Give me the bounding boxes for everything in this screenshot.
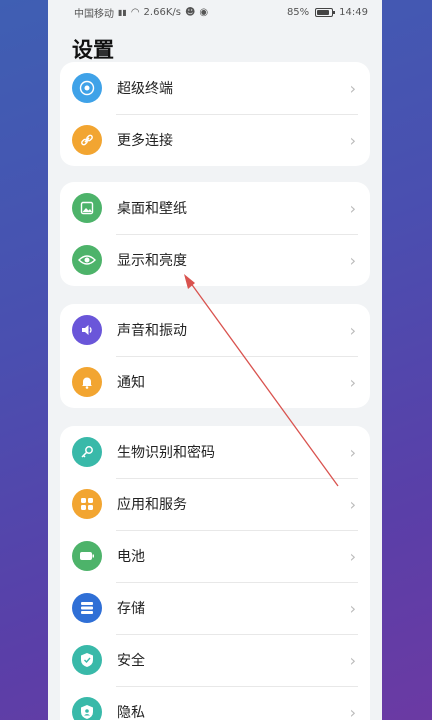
settings-item-privacy[interactable]: 隐私 › <box>60 686 370 720</box>
settings-item-label: 生物识别和密码 <box>117 445 215 461</box>
settings-group-system: 生物识别和密码 › 应用和服务 › 电池 › 存储 › 安全 › 隐私 › <box>60 426 370 720</box>
settings-group-display: 桌面和壁纸 › 显示和亮度 › <box>60 182 370 286</box>
chevron-right-icon: › <box>349 546 356 566</box>
shield-icon <box>72 645 102 675</box>
wifi-icon: ◠ <box>130 6 140 18</box>
link-icon <box>72 125 102 155</box>
chevron-right-icon: › <box>349 372 356 392</box>
status-bar: 中国移动 ▮▮ ◠ 2.66K/s ☻ ◉ 85% 14:49 <box>48 0 382 24</box>
settings-item-battery[interactable]: 电池 › <box>60 530 370 582</box>
settings-item-label: 超级终端 <box>117 81 173 97</box>
settings-item-home-wallpaper[interactable]: 桌面和壁纸 › <box>60 182 370 234</box>
battery-percent: 85% <box>286 6 310 18</box>
key-icon <box>72 437 102 467</box>
settings-item-label: 更多连接 <box>117 133 173 149</box>
app-notification-icon-2: ◉ <box>199 6 209 18</box>
chevron-right-icon: › <box>349 598 356 618</box>
chevron-right-icon: › <box>349 442 356 462</box>
settings-item-label: 存储 <box>117 601 145 617</box>
settings-item-biometrics-password[interactable]: 生物识别和密码 › <box>60 426 370 478</box>
chevron-right-icon: › <box>349 650 356 670</box>
chevron-right-icon: › <box>349 320 356 340</box>
settings-item-label: 声音和振动 <box>117 323 187 339</box>
wallpaper-icon <box>72 193 102 223</box>
settings-item-storage[interactable]: 存储 › <box>60 582 370 634</box>
settings-item-super-device[interactable]: 超级终端 › <box>60 62 370 114</box>
settings-item-security[interactable]: 安全 › <box>60 634 370 686</box>
chevron-right-icon: › <box>349 494 356 514</box>
chevron-right-icon: › <box>349 198 356 218</box>
settings-group-sound: 声音和振动 › 通知 › <box>60 304 370 408</box>
volume-icon <box>72 315 102 345</box>
app-notification-icon: ☻ <box>184 6 196 18</box>
chevron-right-icon: › <box>349 78 356 98</box>
settings-group-connectivity: 超级终端 › 更多连接 › <box>60 62 370 166</box>
battery-status-icon <box>315 7 336 17</box>
chevron-right-icon: › <box>349 130 356 150</box>
signal-icon: ▮▮ <box>118 7 127 17</box>
settings-item-label: 桌面和壁纸 <box>117 201 187 217</box>
settings-item-label: 显示和亮度 <box>117 253 187 269</box>
network-speed: 2.66K/s <box>143 6 181 18</box>
apps-icon <box>72 489 102 519</box>
page-title: 设置 <box>72 38 114 62</box>
settings-item-label: 安全 <box>117 653 145 669</box>
chevron-right-icon: › <box>349 702 356 720</box>
settings-item-label: 应用和服务 <box>117 497 187 513</box>
settings-item-label: 通知 <box>117 375 145 391</box>
settings-item-more-connections[interactable]: 更多连接 › <box>60 114 370 166</box>
settings-item-label: 电池 <box>117 549 145 565</box>
clock: 14:49 <box>339 6 368 18</box>
settings-item-label: 隐私 <box>117 705 145 720</box>
chevron-right-icon: › <box>349 250 356 270</box>
carrier-label: 中国移动 <box>74 8 114 20</box>
bell-icon <box>72 367 102 397</box>
settings-item-notifications[interactable]: 通知 › <box>60 356 370 408</box>
phone-screen: 中国移动 ▮▮ ◠ 2.66K/s ☻ ◉ 85% 14:49 设置 超级终端 … <box>48 0 382 720</box>
settings-item-display-brightness[interactable]: 显示和亮度 › <box>60 234 370 286</box>
storage-icon <box>72 593 102 623</box>
eye-icon <box>72 245 102 275</box>
battery-icon <box>72 541 102 571</box>
settings-item-sound-vibration[interactable]: 声音和振动 › <box>60 304 370 356</box>
settings-item-apps-services[interactable]: 应用和服务 › <box>60 478 370 530</box>
super-device-icon <box>72 73 102 103</box>
privacy-icon <box>72 697 102 720</box>
